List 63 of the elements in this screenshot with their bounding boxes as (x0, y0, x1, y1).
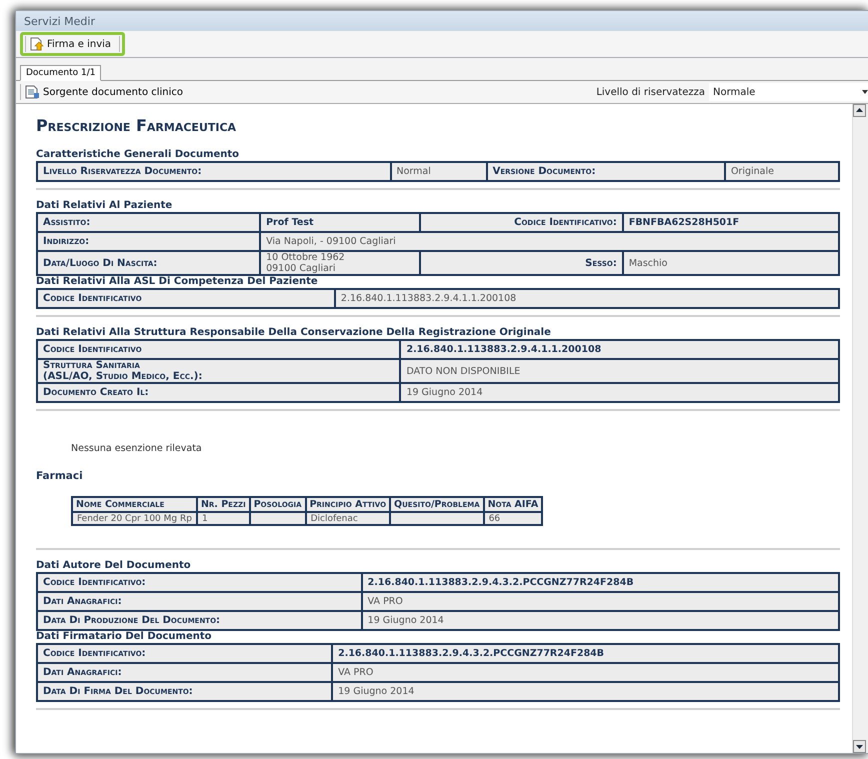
field-label: Codice Identificativo: (37, 644, 332, 663)
field-value: 10 Ottobre 1962 09100 Cagliari (260, 251, 420, 275)
field-label: Dati Anagrafici: (37, 663, 332, 682)
field-label: Codice Identificativo: (420, 213, 623, 232)
column-header: Principio Attivo (306, 497, 390, 512)
scroll-up-icon[interactable] (853, 104, 866, 117)
field-label: Data Di Produzione Del Documento: (37, 611, 362, 630)
section-heading: Farmaci (36, 470, 84, 482)
column-header: Posologia (250, 497, 306, 512)
field-label: Data/Luogo Di Nascita: (37, 251, 260, 275)
field-label: Struttura Sanitaria (ASL/AO, Studio Medico, Ecc.): (37, 359, 400, 383)
field-value: 19 Giugno 2014 (400, 383, 839, 402)
field-label: Data Di Firma Del Documento: (37, 682, 332, 701)
table-cell: Fender 20 Cpr 100 Mg Rp (72, 512, 197, 525)
field-label: Assistito: (37, 213, 260, 232)
field-label: Livello Riservatezza Documento: (37, 162, 391, 181)
field-value: Maschio (622, 251, 839, 275)
section-title: Dati Firmatario Del Documento (36, 631, 213, 643)
field-label: Codice Identificativo (37, 340, 400, 359)
field-label: Dati Anagrafici: (37, 592, 362, 611)
section-title: Dati Relativi Alla Struttura Responsabile Della Conservazione Della Registrazione Originale (36, 327, 552, 339)
privacy-level-label: Livello di riservatezza (596, 86, 705, 98)
field-value: 2.16.840.1.113883.2.9.4.1.1.200108 (400, 340, 839, 359)
section-title: Dati Relativi Alla ASL Di Competenza Del Paziente (36, 276, 319, 288)
column-header: Quesito/Problema (390, 497, 484, 512)
field-value: 2.16.840.1.113883.2.9.4.3.2.PCCGNZ77R24F284B (332, 644, 839, 663)
column-header: Nr. Pezzi (196, 497, 250, 512)
field-value: Originale (724, 162, 839, 181)
field-value: 19 Giugno 2014 (332, 682, 839, 701)
section-title: Caratteristiche Generali Documento (36, 149, 240, 161)
table-cell: Diclofenac (306, 512, 390, 525)
field-value: Normal (390, 162, 487, 181)
caret-icon (862, 90, 868, 94)
privacy-level-select[interactable]: Normale (709, 83, 868, 101)
document-tab[interactable]: Documento 1/1 (20, 65, 102, 81)
document-title: Prescrizione Farmaceutica (36, 116, 238, 135)
field-value: Prof Test (260, 213, 420, 232)
document-upload-icon (30, 37, 44, 51)
document-icon (25, 85, 40, 99)
field-label: Codice Identificativo (37, 289, 335, 308)
section-title: Dati Relativi Al Paziente (36, 200, 174, 212)
field-value: Via Napoli, - 09100 Cagliari (260, 232, 839, 251)
field-label: Sesso: (420, 251, 623, 275)
field-value: FBNFBA62S28H501F (622, 213, 839, 232)
scroll-down-icon[interactable] (853, 740, 866, 753)
source-document-button[interactable]: Sorgente documento clinico (20, 84, 188, 100)
window-title: Servizi Medir (16, 11, 868, 31)
scrollbar[interactable] (852, 104, 868, 753)
field-label: Versione Documento: (486, 162, 725, 181)
field-label: Codice Identificativo: (37, 573, 362, 592)
sign-send-button[interactable]: Firma e invia (25, 36, 120, 52)
field-value: VA PRO (332, 663, 839, 682)
section-title: Dati Autore Del Documento (36, 560, 192, 572)
field-label: Documento Creato Il: (37, 383, 400, 402)
field-value: 2.16.840.1.113883.2.9.4.3.2.PCCGNZ77R24F284B (362, 573, 839, 592)
field-label: Indirizzo: (37, 232, 260, 251)
column-header: Nome Commerciale (72, 497, 197, 512)
column-header: Nota AIFA (484, 497, 542, 512)
field-value: VA PRO (362, 592, 839, 611)
exemption-note: Nessuna esenzione rilevata (70, 442, 203, 456)
field-value: DATO NON DISPONIBILE (400, 359, 839, 383)
field-value: 19 Giugno 2014 (362, 611, 839, 630)
field-value: 2.16.840.1.113883.2.9.4.1.1.200108 (334, 289, 839, 308)
